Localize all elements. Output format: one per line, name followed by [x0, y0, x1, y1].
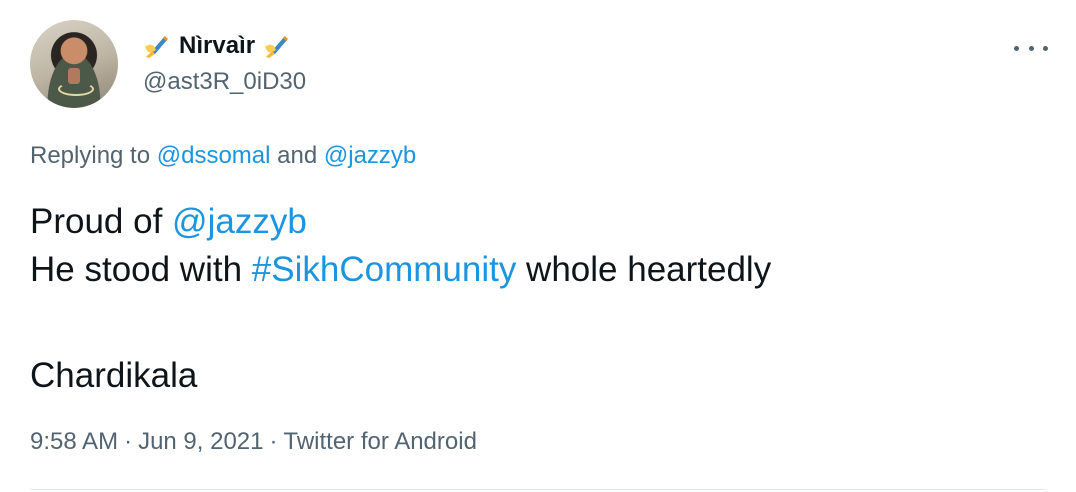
- tweet-card: Nìrvaìr @ast3R_0iD30 Replying to @dssoma…: [0, 0, 1076, 492]
- hashtag-link[interactable]: #SikhCommunity: [252, 250, 517, 289]
- dot: [1014, 45, 1019, 51]
- author-name: Nìrvaìr: [179, 32, 256, 59]
- tweet-time[interactable]: 9:58 AM: [30, 428, 118, 455]
- meta-separator: ·: [269, 428, 278, 455]
- tweet-text: Proud of @jazzyb He stood with #SikhComm…: [30, 198, 771, 400]
- tweet-text-segment: whole heartedly: [516, 250, 772, 289]
- replying-prefix: Replying to: [30, 142, 157, 169]
- tweet-text-segment: Chardikala: [30, 356, 198, 395]
- tweet-date[interactable]: Jun 9, 2021: [138, 428, 263, 455]
- writing-hand-emoji-icon: [143, 33, 169, 59]
- avatar[interactable]: [30, 20, 118, 108]
- replying-conjunction: and: [270, 142, 324, 169]
- tweet-text-segment: Proud of: [30, 202, 173, 241]
- writing-hand-emoji-icon: [263, 33, 289, 59]
- meta-separator: ·: [124, 428, 133, 455]
- mention-link[interactable]: @jazzyb: [172, 202, 307, 241]
- author-name-row[interactable]: Nìrvaìr: [143, 30, 289, 62]
- tweet-line: Chardikala: [30, 352, 771, 400]
- tweet-line: Proud of @jazzyb: [30, 198, 771, 246]
- tweet-line: He stood with #SikhCommunity whole heart…: [30, 246, 771, 294]
- tweet-metadata: 9:58 AM · Jun 9, 2021 · Twitter for Android: [30, 426, 477, 458]
- more-options-icon[interactable]: [1014, 38, 1048, 58]
- dot: [1043, 45, 1048, 51]
- tweet-source[interactable]: Twitter for Android: [284, 428, 477, 455]
- tweet-text-segment: He stood with: [30, 250, 252, 289]
- author-handle[interactable]: @ast3R_0iD30: [143, 66, 306, 98]
- mention-link[interactable]: @jazzyb: [324, 142, 416, 169]
- mention-link[interactable]: @dssomal: [157, 142, 271, 169]
- dot: [1028, 45, 1034, 51]
- replying-to-line: Replying to @dssomal and @jazzyb: [30, 140, 416, 172]
- avatar-necklace: [58, 82, 94, 96]
- divider: [30, 489, 1046, 490]
